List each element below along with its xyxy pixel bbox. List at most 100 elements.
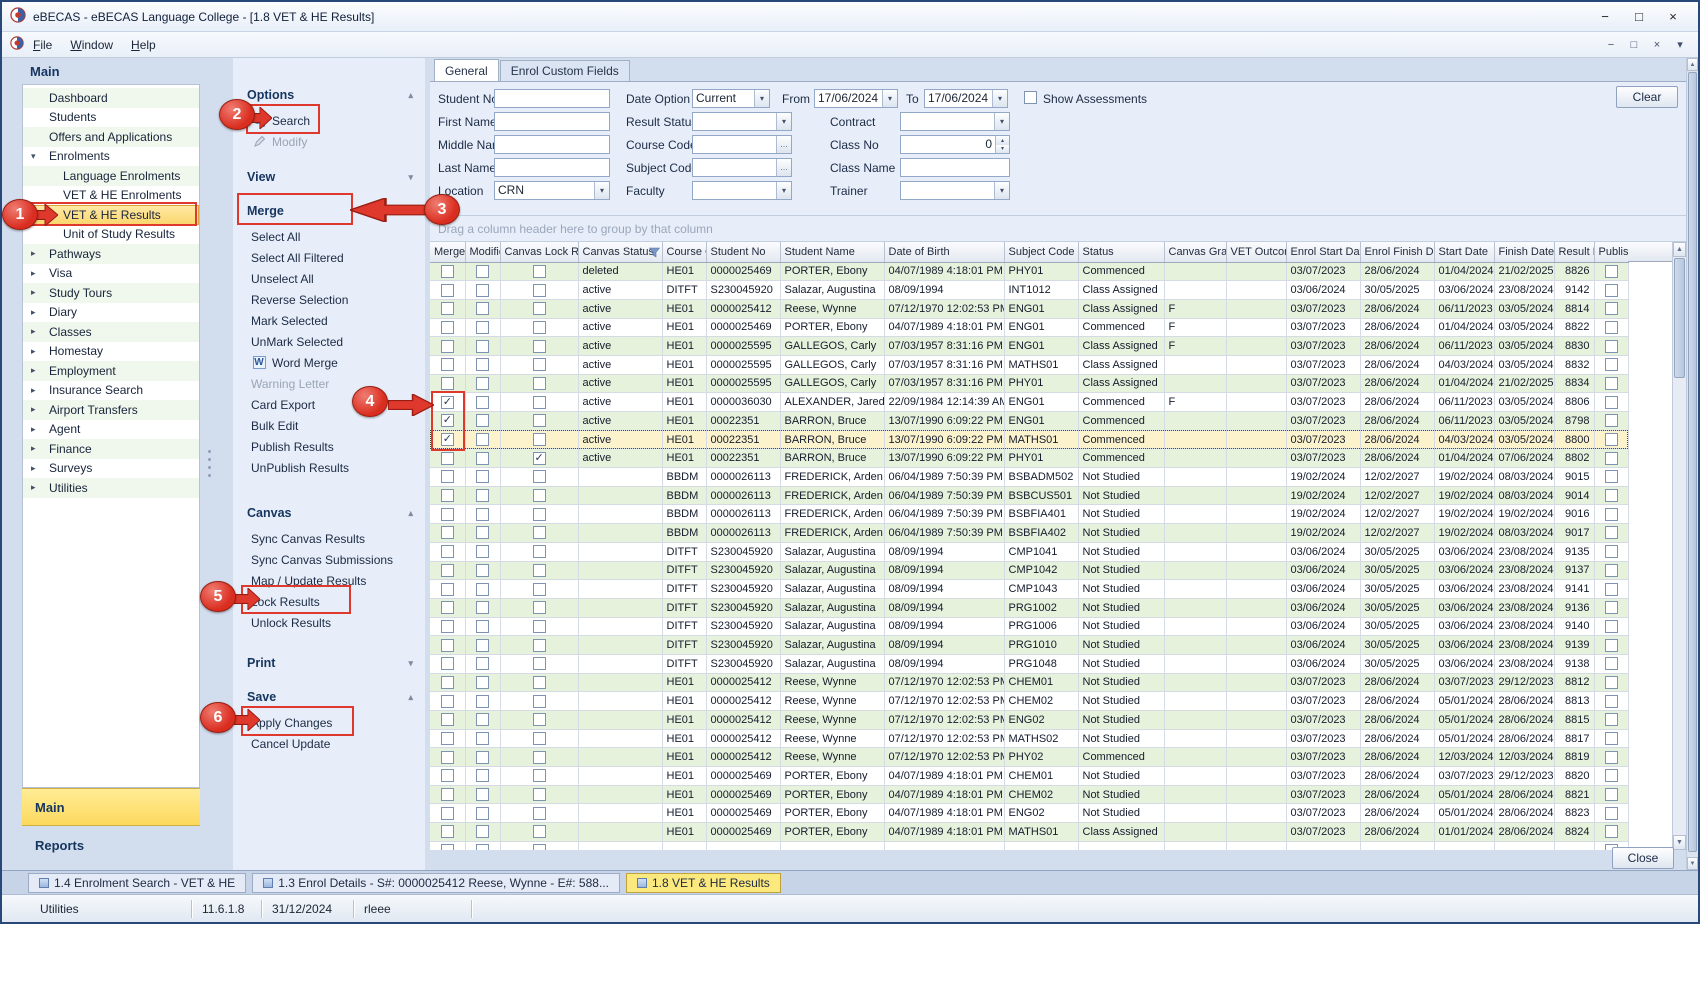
action-lock-results[interactable]: Lock Results [233, 591, 425, 612]
table-row[interactable]: DITFTS230045920Salazar, Augustina08/09/1… [430, 617, 1628, 636]
cell-merge[interactable] [430, 823, 465, 842]
cell-modified[interactable] [465, 524, 500, 543]
checkbox[interactable] [441, 284, 454, 297]
checkbox[interactable] [1605, 713, 1618, 726]
table-row[interactable]: DITFTS230045920Salazar, Augustina08/09/1… [430, 636, 1628, 655]
checkbox[interactable] [1605, 433, 1618, 446]
checkbox[interactable] [533, 788, 546, 801]
chevron-down-icon[interactable]: ▾ [408, 172, 413, 183]
cell-merge[interactable] [430, 449, 465, 468]
checkbox[interactable] [441, 769, 454, 782]
cell-merge[interactable] [430, 430, 465, 449]
maximize-button[interactable]: □ [1622, 5, 1656, 29]
doc-tab-1-8-vet-he-results[interactable]: 1.8 VET & HE Results [626, 873, 781, 893]
cell-modified[interactable] [465, 505, 500, 524]
checkbox[interactable] [441, 358, 454, 371]
cell-merge[interactable] [430, 729, 465, 748]
table-row[interactable]: DITFTS230045920Salazar, Augustina08/09/1… [430, 561, 1628, 580]
cell-modified[interactable] [465, 355, 500, 374]
checkbox[interactable] [476, 732, 489, 745]
table-row[interactable]: HE010000025412Reese, Wynne07/12/1970 12:… [430, 692, 1628, 711]
cell-canvas-lock-result[interactable] [500, 841, 578, 850]
checkbox-checked[interactable] [533, 452, 546, 465]
table-row[interactable] [430, 841, 1628, 850]
cell-canvas-lock-result[interactable] [500, 281, 578, 300]
checkbox[interactable] [1605, 414, 1618, 427]
cell-publish[interactable] [1594, 598, 1628, 617]
trainer-select[interactable]: ▾ [900, 181, 1010, 200]
column-header-canvas-status[interactable]: Canvas Status [578, 242, 662, 262]
mdi-minimize-button[interactable]: − [1601, 36, 1621, 54]
checkbox[interactable] [476, 639, 489, 652]
cell-merge[interactable] [430, 598, 465, 617]
checkbox[interactable] [1605, 657, 1618, 670]
column-header-canvas-grade[interactable]: Canvas Grade [1164, 242, 1226, 262]
column-header-course-code[interactable]: Course Code [662, 242, 706, 262]
sidebar-item-study-tours[interactable]: ▸Study Tours [23, 283, 199, 303]
cell-modified[interactable] [465, 729, 500, 748]
table-row[interactable]: HE010000025412Reese, Wynne07/12/1970 12:… [430, 711, 1628, 730]
checkbox[interactable] [533, 284, 546, 297]
table-row[interactable]: HE010000025412Reese, Wynne07/12/1970 12:… [430, 729, 1628, 748]
group-header-view[interactable]: View▾ [233, 166, 425, 188]
checkbox[interactable] [441, 452, 454, 465]
minimize-button[interactable]: − [1588, 5, 1622, 29]
cell-modified[interactable] [465, 412, 500, 431]
cell-merge[interactable] [430, 711, 465, 730]
sidebar-item-agent[interactable]: ▸Agent [23, 420, 199, 440]
table-row[interactable]: BBDM0000026113FREDERICK, Arden06/04/1989… [430, 524, 1628, 543]
checkbox-checked[interactable] [441, 414, 454, 427]
table-row[interactable]: activeHE010000036030ALEXANDER, Jared22/0… [430, 393, 1628, 412]
cell-modified[interactable] [465, 393, 500, 412]
cell-merge[interactable] [430, 654, 465, 673]
checkbox[interactable] [1605, 545, 1618, 558]
table-row[interactable]: activeHE010000025595GALLEGOS, Carly07/03… [430, 374, 1628, 393]
checkbox[interactable] [476, 358, 489, 371]
location-select[interactable]: CRN ▾ [494, 181, 610, 200]
mdi-restore-button[interactable]: □ [1624, 36, 1644, 54]
nav-group-reports[interactable]: Reports [22, 828, 200, 862]
cell-merge[interactable] [430, 561, 465, 580]
cell-publish[interactable] [1594, 617, 1628, 636]
checkbox[interactable] [476, 377, 489, 390]
checkbox[interactable] [441, 265, 454, 278]
sidebar-item-vet-he-enrolments[interactable]: VET & HE Enrolments [23, 186, 199, 206]
tab-general[interactable]: General [434, 59, 499, 81]
cell-modified[interactable] [465, 468, 500, 487]
column-header-enrol-start-date[interactable]: Enrol Start Date [1286, 242, 1360, 262]
cell-merge[interactable] [430, 355, 465, 374]
faculty-select[interactable]: ▾ [692, 181, 792, 200]
toolbar-overflow-icon[interactable]: ▾ [1670, 36, 1690, 54]
table-row[interactable]: DITFTS230045920Salazar, Augustina08/09/1… [430, 542, 1628, 561]
column-header-status[interactable]: Status [1078, 242, 1164, 262]
sidebar-item-airport-transfers[interactable]: ▸Airport Transfers [23, 400, 199, 420]
checkbox[interactable] [441, 302, 454, 315]
column-header-modified[interactable]: Modified [465, 242, 500, 262]
close-button[interactable]: Close [1612, 847, 1674, 869]
checkbox[interactable] [441, 639, 454, 652]
cell-modified[interactable] [465, 804, 500, 823]
cell-canvas-lock-result[interactable] [500, 486, 578, 505]
checkbox[interactable] [1605, 676, 1618, 689]
checkbox[interactable] [533, 489, 546, 502]
clear-button[interactable]: Clear [1616, 86, 1678, 108]
checkbox[interactable] [476, 620, 489, 633]
checkbox[interactable] [476, 340, 489, 353]
cell-modified[interactable] [465, 430, 500, 449]
group-header-print[interactable]: Print▾ [233, 652, 425, 674]
checkbox[interactable] [533, 844, 546, 850]
checkbox[interactable] [1605, 508, 1618, 521]
first-name-input[interactable] [494, 112, 610, 131]
group-header-options[interactable]: Options▴ [233, 84, 425, 106]
checkbox[interactable] [533, 601, 546, 614]
sidebar-item-classes[interactable]: ▸Classes [23, 322, 199, 342]
dropdown-icon[interactable]: ▾ [994, 182, 1009, 199]
action-map-update-results[interactable]: Map / Update Results [233, 570, 425, 591]
checkbox[interactable] [1605, 620, 1618, 633]
checkbox[interactable] [533, 414, 546, 427]
checkbox[interactable] [441, 545, 454, 558]
checkbox[interactable] [533, 769, 546, 782]
checkbox-checked[interactable] [441, 396, 454, 409]
cell-canvas-lock-result[interactable] [500, 374, 578, 393]
course-code-input[interactable]: … [692, 135, 792, 154]
